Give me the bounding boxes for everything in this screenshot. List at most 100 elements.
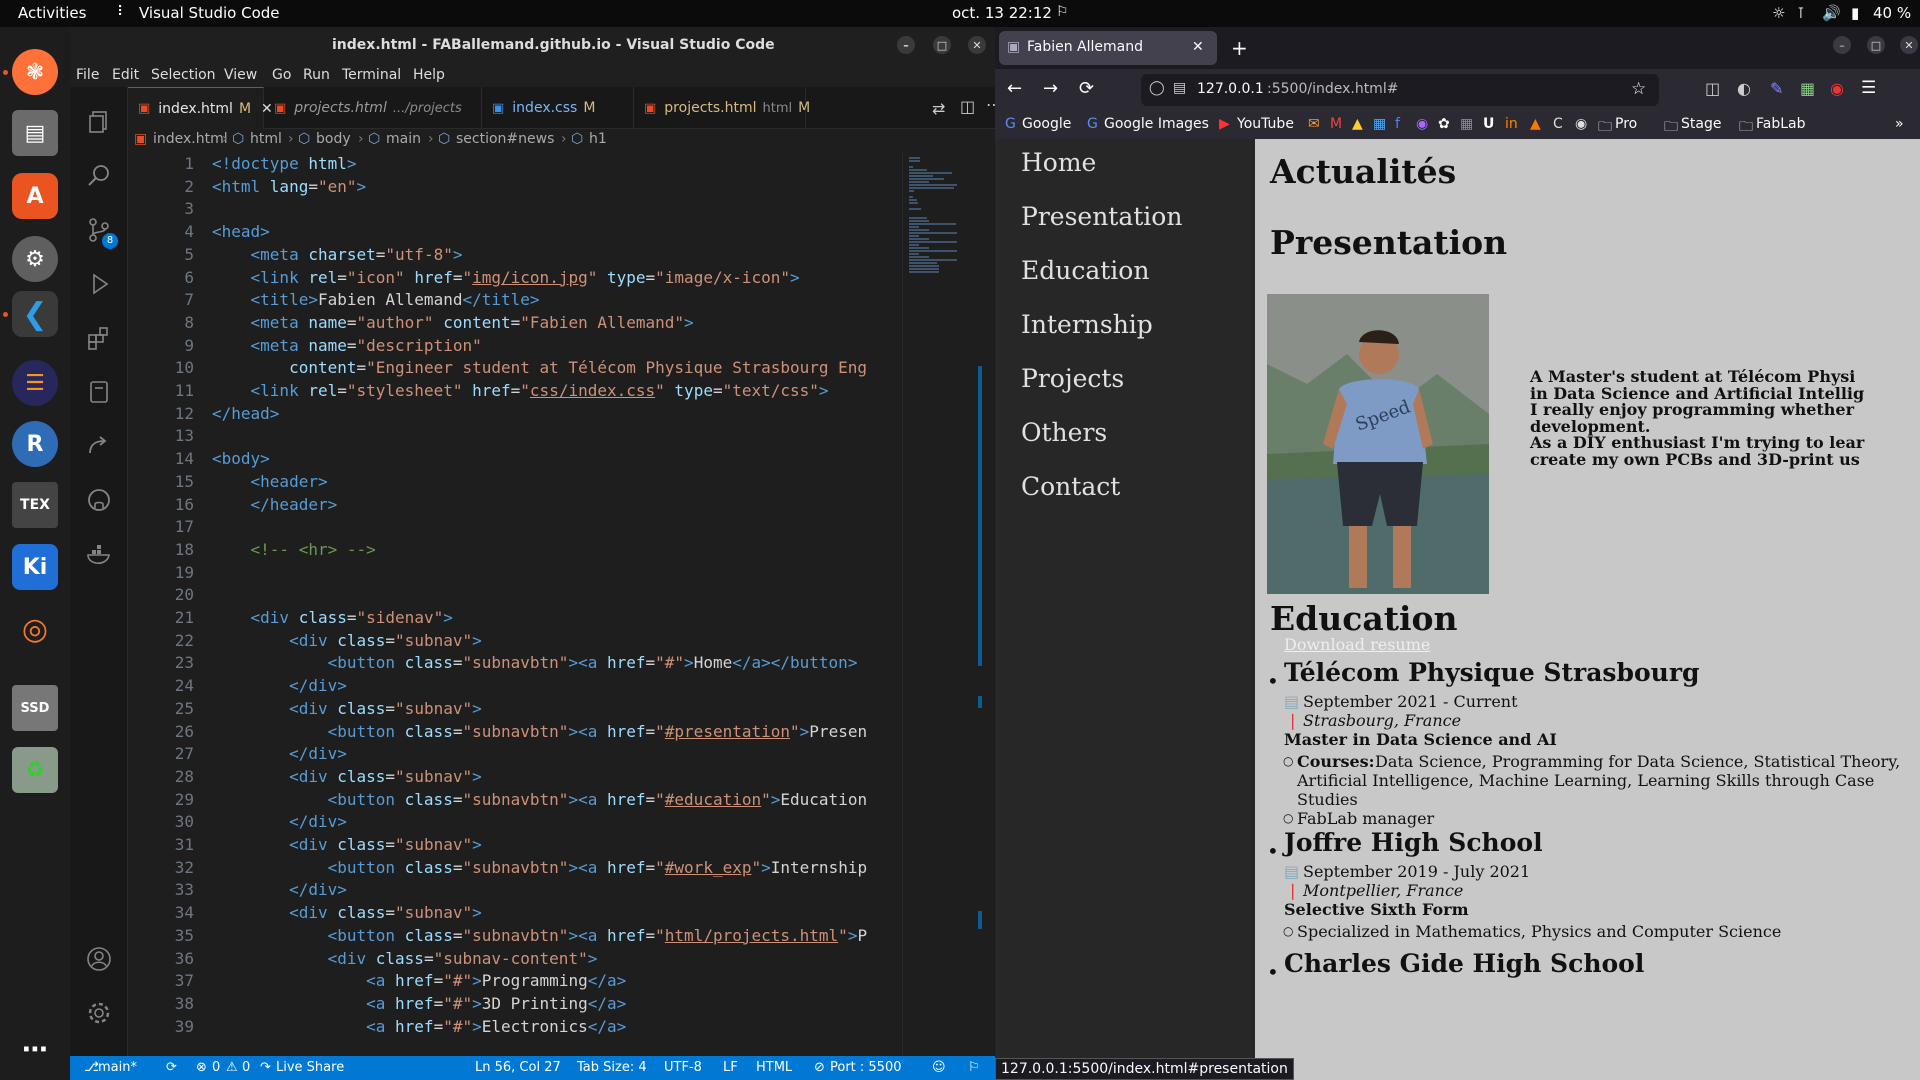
tab-index-html[interactable]: ▣ index.html M ✕	[128, 87, 273, 129]
split-editor-icon[interactable]: ◫	[960, 97, 975, 116]
git-branch[interactable]: main*	[98, 1060, 137, 1075]
code-line[interactable]: content="Engineer student at Télécom Phy…	[212, 357, 867, 380]
code-line[interactable]: <div class="subnav">	[212, 766, 482, 789]
gmail-icon[interactable]: M	[1330, 116, 1342, 132]
bookmark-google[interactable]: Google	[1022, 116, 1071, 132]
code-line[interactable]: </div>	[212, 811, 347, 834]
code-line[interactable]: </head>	[212, 403, 279, 426]
ssd-drive-icon[interactable]: SSD	[12, 685, 58, 731]
battery-icon[interactable]: ▮	[1851, 4, 1859, 22]
chatgpt-icon[interactable]: ✿	[1438, 116, 1450, 132]
menu-go[interactable]: Go	[272, 67, 291, 83]
code-line[interactable]: <button class="subnavbtn"><a href="#educ…	[212, 789, 868, 812]
vscode-titlebar[interactable]: index.html - FABallemand.github.io - Vis…	[70, 27, 995, 63]
shield-icon[interactable]: ◯	[1149, 80, 1165, 96]
menu-edit[interactable]: Edit	[112, 67, 139, 83]
app-menu[interactable]: Visual Studio Code	[139, 4, 280, 22]
texmaker-icon[interactable]: TEX	[12, 482, 58, 528]
encoding[interactable]: UTF-8	[664, 1060, 702, 1075]
dark-reader-icon[interactable]: ◐	[1737, 79, 1751, 98]
nav-presentation[interactable]: Presentation	[1021, 202, 1182, 231]
live-share-button[interactable]: Live Share	[276, 1060, 344, 1075]
github-icon[interactable]	[80, 481, 118, 519]
indentation[interactable]: Tab Size: 4	[577, 1060, 647, 1075]
show-apps-grid-icon[interactable]: ⋯	[12, 1027, 58, 1073]
more-bookmarks-chevron-icon[interactable]: »	[1895, 116, 1904, 132]
nav-home[interactable]: Home	[1021, 148, 1096, 177]
notifications-bell-icon[interactable]: ⚐	[968, 1060, 980, 1075]
url-bar[interactable]: ◯ ▤ 127.0.0.1 :5500/index.html# ☆	[1141, 74, 1659, 106]
bookmark-folder-pro[interactable]: Pro	[1615, 116, 1637, 132]
code-line[interactable]: <!doctype html>	[212, 153, 357, 176]
code-line[interactable]: <body>	[212, 448, 270, 471]
manage-gear-icon[interactable]	[80, 994, 118, 1032]
code-line[interactable]: <header>	[212, 471, 328, 494]
bookmark-google-images[interactable]: Google Images	[1104, 116, 1209, 132]
eol[interactable]: LF	[723, 1060, 738, 1075]
forward-arrow-icon[interactable]: →	[1043, 78, 1058, 99]
night-light-icon[interactable]: ☼	[1772, 4, 1785, 22]
code-line[interactable]: <title>Fabien Allemand</title>	[212, 289, 540, 312]
close-icon[interactable]: ✕	[968, 36, 986, 54]
code-line[interactable]: <a href="#">Programming</a>	[212, 970, 626, 993]
extension-icon[interactable]: ▦	[1800, 79, 1815, 98]
breadcrumb-body[interactable]: body	[316, 131, 351, 147]
code-line[interactable]: <link rel="stylesheet" href="css/index.c…	[212, 380, 829, 403]
minimize-icon[interactable]: –	[897, 36, 915, 54]
trash-icon[interactable]: ♻	[12, 747, 58, 793]
maximize-icon[interactable]: □	[1867, 36, 1885, 54]
menu-selection[interactable]: Selection	[151, 67, 216, 83]
menu-run[interactable]: Run	[303, 67, 330, 83]
bookmark-app-icon[interactable]: ▦	[1460, 116, 1473, 132]
nav-education[interactable]: Education	[1021, 256, 1149, 285]
bookmark-folder-stage[interactable]: Stage	[1681, 116, 1721, 132]
code-line[interactable]: <a href="#">3D Printing</a>	[212, 993, 626, 1016]
compare-changes-icon[interactable]: ⇄	[932, 99, 945, 118]
code-line[interactable]: <link rel="icon" href="img/icon.jpg" typ…	[212, 267, 800, 290]
code-line[interactable]: <div class="subnav">	[212, 834, 482, 857]
code-line[interactable]: <div class="subnav-content">	[212, 948, 598, 971]
bookmark-folder-fablab[interactable]: FabLab	[1756, 116, 1806, 132]
code-line[interactable]: <meta name="description"	[212, 335, 482, 358]
source-control-icon[interactable]: 8	[80, 211, 118, 249]
warning-count[interactable]: 0	[242, 1060, 250, 1075]
blender-icon[interactable]: ◎	[12, 606, 58, 652]
code-line[interactable]: <div class="sidenav">	[212, 607, 453, 630]
more-actions-icon[interactable]: ⋯	[986, 95, 995, 114]
download-resume-link[interactable]: Download resume	[1284, 635, 1430, 654]
live-server-port[interactable]: Port : 5500	[830, 1060, 902, 1075]
code-line[interactable]: <meta name="author" content="Fabien Alle…	[212, 312, 694, 335]
mail-icon[interactable]: ✉	[1308, 116, 1320, 132]
page-info-icon[interactable]: ▤	[1173, 80, 1186, 96]
code-line[interactable]: <button class="subnavbtn"><a href="#">Ho…	[212, 652, 858, 675]
bookmark-youtube[interactable]: YouTube	[1237, 116, 1294, 132]
nav-others[interactable]: Others	[1021, 418, 1107, 447]
breadcrumb-html[interactable]: html	[250, 131, 282, 147]
tab-projects-html-2[interactable]: ▣ projects.html html M	[634, 87, 810, 129]
nav-internship[interactable]: Internship	[1021, 310, 1153, 339]
pocket-icon[interactable]: ◫	[1705, 79, 1720, 98]
cursor-position[interactable]: Ln 56, Col 27	[475, 1060, 561, 1075]
breadcrumb-file[interactable]: index.html	[153, 131, 228, 147]
vscode-icon[interactable]: ❮	[12, 291, 58, 337]
github-icon[interactable]: ◉	[1575, 116, 1587, 132]
code-line[interactable]: </div>	[212, 879, 347, 902]
menu-help[interactable]: Help	[413, 67, 445, 83]
maximize-icon[interactable]: □	[933, 36, 951, 54]
settings-gear-icon[interactable]: ⚙	[12, 236, 58, 282]
code-line[interactable]: </div>	[212, 675, 347, 698]
menu-terminal[interactable]: Terminal	[342, 67, 401, 83]
code-line[interactable]: <meta charset="utf-8">	[212, 244, 463, 267]
run-debug-icon[interactable]	[80, 265, 118, 303]
code-line[interactable]: <a href="#">Electronics</a>	[212, 1016, 626, 1039]
code-line[interactable]: <div class="subnav">	[212, 902, 482, 925]
search-icon[interactable]	[80, 157, 118, 195]
u-app-icon[interactable]: U	[1483, 116, 1494, 132]
tab-projects-html[interactable]: ▣ projects.html .../projects	[264, 87, 482, 129]
pen-extension-icon[interactable]: ✎	[1770, 79, 1783, 98]
feedback-icon[interactable]: ☺	[932, 1060, 946, 1075]
breadcrumb-section[interactable]: section#news	[456, 131, 554, 147]
ublock-icon[interactable]: ◉	[1830, 79, 1844, 98]
calendar-icon[interactable]: ▦	[1373, 116, 1386, 132]
kicad-icon[interactable]: Ki	[12, 544, 58, 590]
